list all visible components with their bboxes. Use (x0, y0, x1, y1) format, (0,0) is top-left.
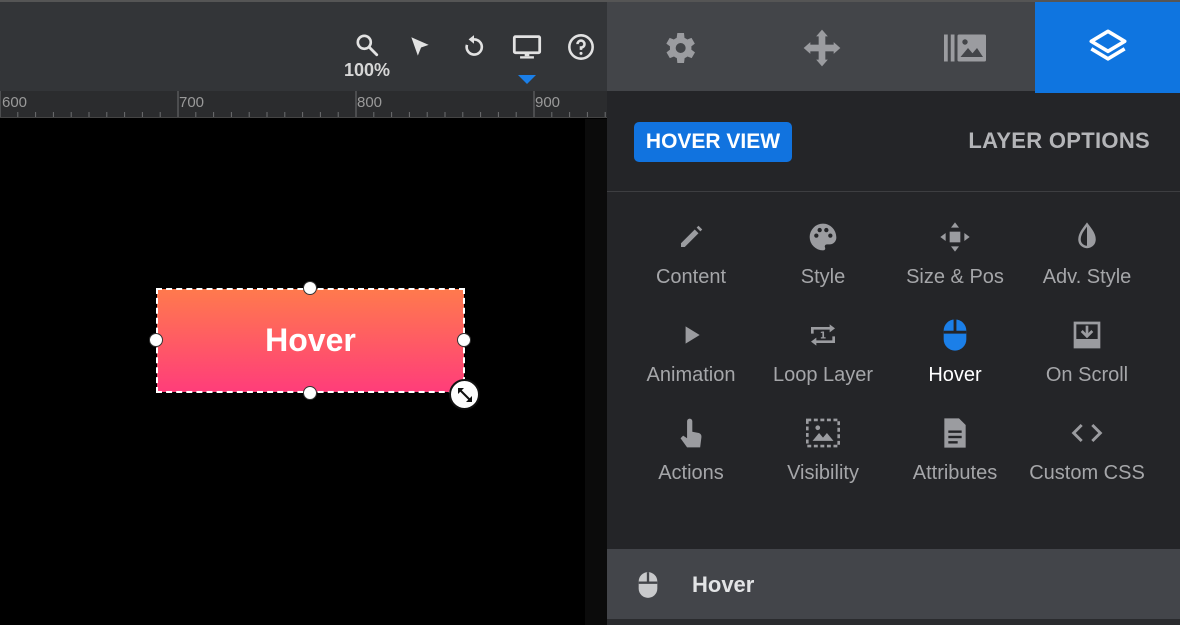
tab-layer-position[interactable] (750, 2, 893, 93)
option-content[interactable]: Content (625, 220, 757, 298)
tab-settings[interactable] (607, 2, 750, 93)
option-label: Size & Pos (906, 266, 1004, 288)
option-actions[interactable]: Actions (625, 416, 757, 494)
layer-text: Hover (265, 322, 356, 358)
option-visibility[interactable]: Visibility (757, 416, 889, 494)
tab-layers[interactable] (1035, 2, 1180, 93)
code-icon (1070, 416, 1104, 450)
ruler-label: 800 (357, 94, 383, 111)
gallery-icon (943, 34, 986, 61)
option-label: Animation (646, 364, 736, 386)
pointer-button[interactable] (405, 32, 435, 62)
layers-icon (1089, 29, 1126, 61)
help-icon (568, 34, 594, 60)
option-label: Content (655, 266, 727, 288)
visibility-icon (806, 416, 840, 450)
loop-icon: 1 (806, 318, 840, 352)
proportional-resize-handle[interactable] (449, 379, 480, 410)
option-attributes[interactable]: Attributes (889, 416, 1021, 494)
mouse-icon (637, 571, 659, 604)
option-label: On Scroll (1045, 364, 1129, 386)
horizontal-ruler: 600 700 800 900 (0, 91, 607, 118)
ruler-ticks (0, 91, 606, 117)
resize-handle-bottom[interactable] (303, 386, 317, 400)
section-divider (607, 619, 1180, 625)
undo-icon (465, 35, 484, 56)
option-label: Custom CSS (1029, 462, 1145, 484)
editor-area: 100% 600 700 800 900 Hover (0, 0, 607, 625)
pencil-icon (674, 220, 708, 254)
option-label: Visibility (787, 462, 859, 484)
option-hover[interactable]: Hover (889, 318, 1021, 396)
document-icon (938, 416, 972, 450)
option-label: Actions (658, 462, 724, 484)
hover-view-badge[interactable]: HOVER VIEW (634, 122, 792, 162)
undo-button[interactable] (459, 32, 489, 62)
desktop-view-button[interactable] (512, 32, 542, 62)
search-icon (356, 34, 379, 57)
move-icon (938, 220, 972, 254)
option-custom-css[interactable]: Custom CSS (1021, 416, 1153, 494)
option-loop-layer[interactable]: 1 Loop Layer (757, 318, 889, 396)
option-on-scroll[interactable]: On Scroll (1021, 318, 1153, 396)
option-animation[interactable]: Animation (625, 318, 757, 396)
resize-handle-left[interactable] (149, 333, 163, 347)
option-label: Hover (928, 364, 982, 386)
layer-options-sidebar: HOVER VIEW LAYER OPTIONS Content Style S… (607, 0, 1180, 625)
desktop-icon (512, 35, 542, 59)
sidebar-tabs (607, 0, 1180, 93)
editor-toolbar: 100% (0, 0, 607, 91)
option-adv-style[interactable]: Adv. Style (1021, 220, 1153, 298)
svg-text:1: 1 (820, 330, 827, 341)
canvas-edge (585, 119, 607, 625)
zoom-button[interactable] (352, 30, 382, 60)
ruler-label: 700 (179, 94, 205, 111)
touch-icon (674, 416, 708, 450)
resize-handle-top[interactable] (303, 281, 317, 295)
option-label: Style (800, 266, 846, 288)
scroll-icon (1070, 318, 1104, 352)
move-arrows-icon (803, 29, 840, 66)
mouse-icon (938, 318, 972, 352)
ruler-label: 600 (2, 94, 28, 111)
option-label: Attributes (912, 462, 998, 484)
option-size-pos[interactable]: Size & Pos (889, 220, 1021, 298)
tab-media[interactable] (893, 2, 1036, 93)
option-label: Loop Layer (772, 364, 874, 386)
pointer-icon (411, 37, 429, 56)
option-label: Adv. Style (1042, 266, 1132, 288)
panel-header: HOVER VIEW LAYER OPTIONS (607, 91, 1180, 192)
section-hover[interactable]: Hover (607, 549, 1180, 619)
option-style[interactable]: Style (757, 220, 889, 298)
gear-icon (665, 32, 695, 63)
play-icon (674, 318, 708, 352)
layer-options-grid: Content Style Size & Pos Adv. Style Anim… (625, 220, 1153, 520)
ruler-label: 900 (535, 94, 561, 111)
help-button[interactable] (566, 32, 596, 62)
panel-title: LAYER OPTIONS (968, 128, 1150, 153)
contrast-icon (1070, 220, 1104, 254)
active-device-indicator (518, 75, 536, 84)
section-label: Hover (692, 572, 755, 597)
hover-layer[interactable]: Hover (157, 289, 464, 392)
palette-icon (806, 220, 840, 254)
zoom-level: 100% (343, 60, 391, 80)
resize-handle-right[interactable] (457, 333, 471, 347)
resize-diagonal-icon (457, 387, 472, 402)
